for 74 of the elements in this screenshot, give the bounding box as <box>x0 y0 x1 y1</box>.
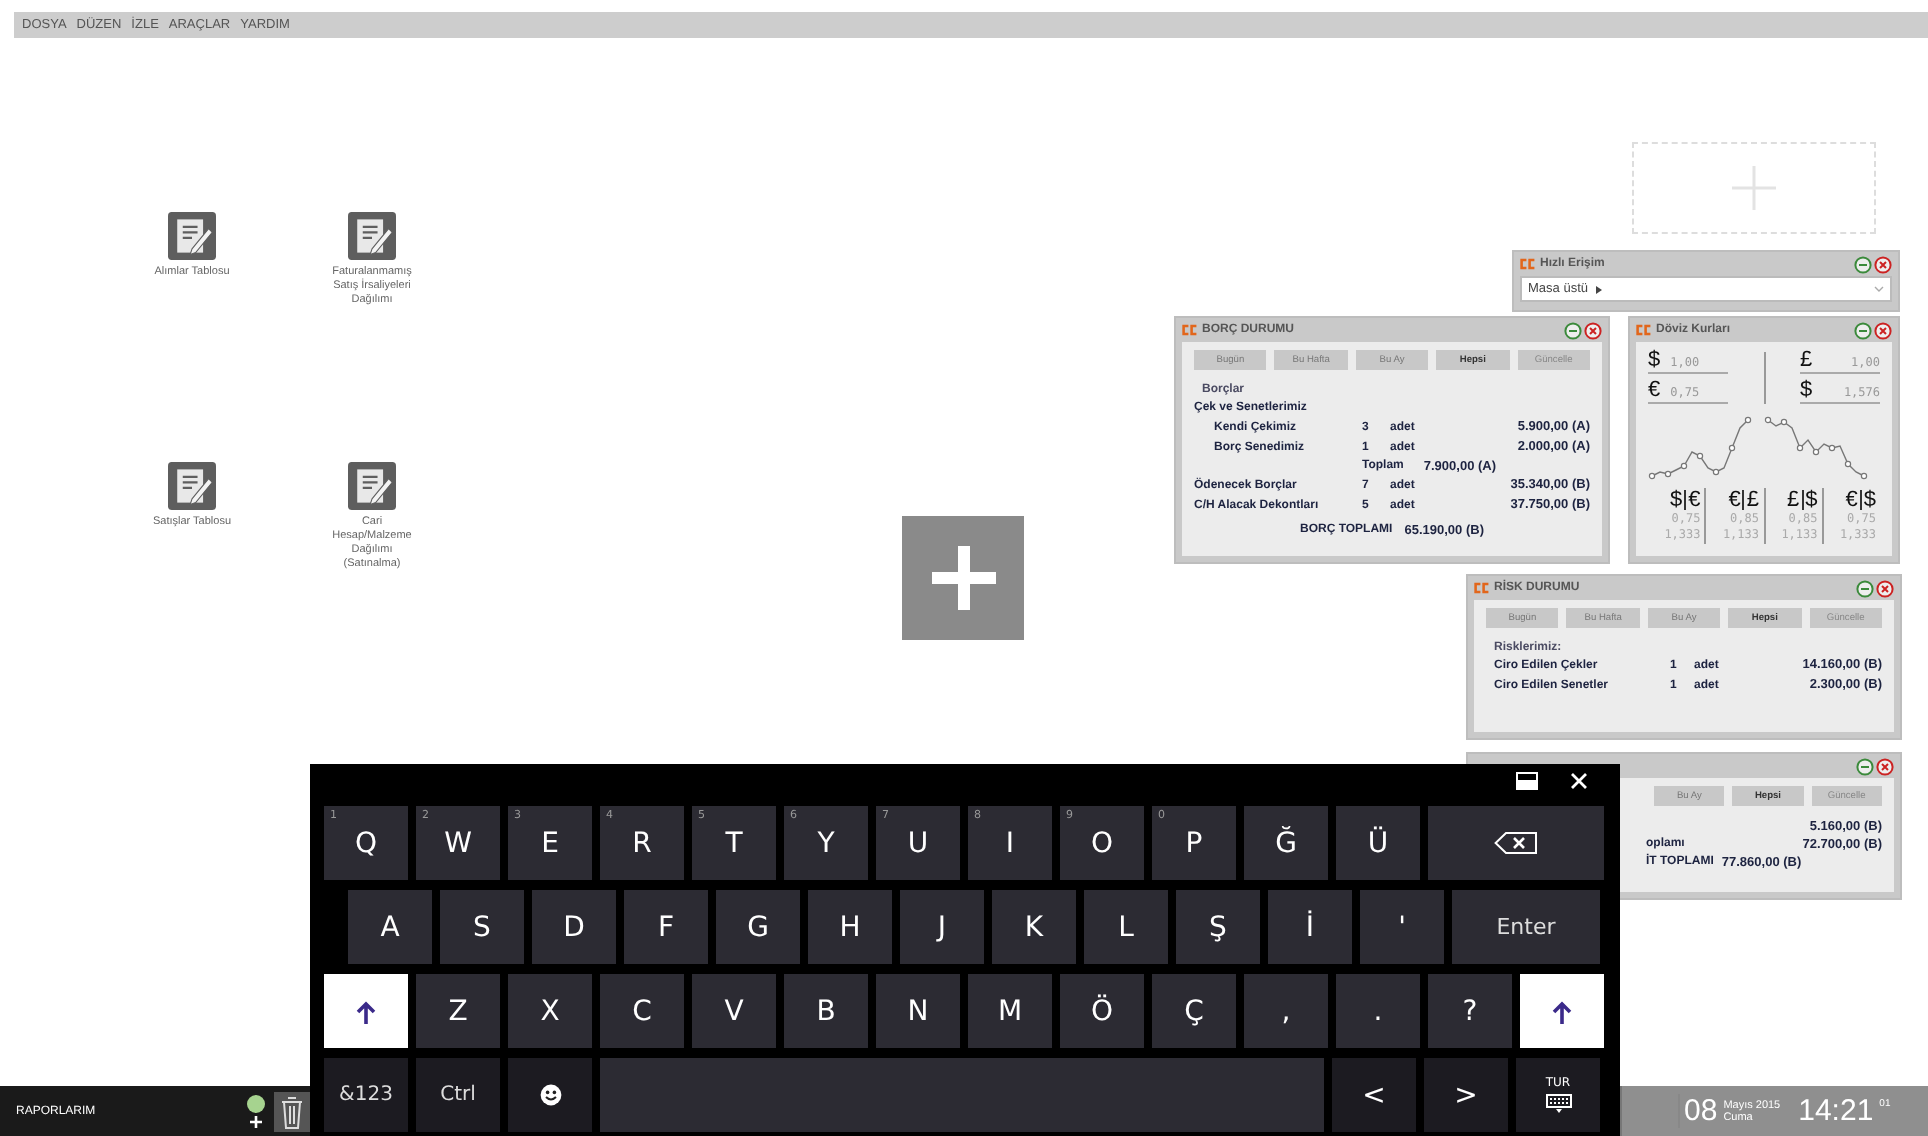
logo-icon <box>1182 324 1198 336</box>
key[interactable]: X <box>508 974 592 1048</box>
logo-icon <box>1520 258 1536 270</box>
key[interactable]: , <box>1244 974 1328 1048</box>
shift-key[interactable] <box>1520 974 1604 1048</box>
key[interactable]: C <box>600 974 684 1048</box>
key[interactable]: F <box>624 890 708 964</box>
currency-symbol: $ <box>1800 378 1813 402</box>
key[interactable]: Ğ <box>1244 806 1328 880</box>
arrow-up-icon <box>1552 999 1572 1023</box>
plus-icon <box>1732 166 1776 210</box>
key[interactable]: . <box>1336 974 1420 1048</box>
shift-key[interactable] <box>324 974 408 1048</box>
report-document-icon[interactable] <box>168 462 216 510</box>
report-document-icon[interactable] <box>168 212 216 260</box>
add-tile-button[interactable] <box>902 516 1024 640</box>
caret-icon <box>1596 285 1602 293</box>
currency-symbol: € <box>1688 488 1701 512</box>
key[interactable]: D <box>532 890 616 964</box>
enter-key[interactable]: Enter <box>1452 890 1600 964</box>
key[interactable]: ? <box>1428 974 1512 1048</box>
currency-symbol: $ <box>1805 488 1818 512</box>
currency-symbol: £ <box>1746 488 1759 512</box>
logo-icon <box>1474 582 1490 594</box>
report-document-icon[interactable] <box>348 212 396 260</box>
key[interactable]: Z <box>416 974 500 1048</box>
key[interactable]: N <box>876 974 960 1048</box>
key[interactable]: &123 <box>324 1058 408 1132</box>
currency-symbol: £ <box>1787 488 1800 512</box>
arrow-key[interactable]: > <box>1424 1058 1508 1132</box>
key[interactable]: H <box>808 890 892 964</box>
arrow-up-icon <box>356 999 376 1023</box>
key[interactable]: K <box>992 890 1076 964</box>
report-document-icon[interactable] <box>348 462 396 510</box>
currency-symbol: $ <box>1863 488 1876 512</box>
key[interactable]: V <box>692 974 776 1048</box>
key[interactable]: Ç <box>1152 974 1236 1048</box>
key[interactable]: Ö <box>1060 974 1144 1048</box>
currency-symbol: € <box>1728 488 1741 512</box>
arrow-key[interactable]: < <box>1332 1058 1416 1132</box>
minimize-icon[interactable] <box>1854 255 1872 273</box>
backspace-icon <box>1494 832 1538 854</box>
key[interactable]: İ <box>1268 890 1352 964</box>
key[interactable]: G <box>716 890 800 964</box>
minimize-icon[interactable] <box>1856 757 1874 775</box>
smiley-icon <box>539 1084 561 1106</box>
currency-symbol: € <box>1845 488 1858 512</box>
logo-icon <box>1636 324 1652 336</box>
key[interactable]: ' <box>1360 890 1444 964</box>
currency-symbol: € <box>1648 378 1661 402</box>
keyboard-icon <box>1545 1094 1571 1114</box>
minimize-icon[interactable] <box>1856 579 1874 597</box>
emoji-key[interactable] <box>508 1058 592 1132</box>
key[interactable]: Ü <box>1336 806 1420 880</box>
key[interactable]: S <box>440 890 524 964</box>
backspace-key[interactable] <box>1428 806 1604 880</box>
dock-icon[interactable] <box>1516 771 1538 789</box>
trash-icon[interactable] <box>274 1091 310 1131</box>
key[interactable]: M <box>968 974 1052 1048</box>
key[interactable]: L <box>1084 890 1168 964</box>
clock-time: 14:21 <box>1798 1094 1874 1128</box>
currency-symbol: $ <box>1670 488 1683 512</box>
key[interactable]: B <box>784 974 868 1048</box>
currency-symbol: $ <box>1648 348 1661 372</box>
minimize-icon[interactable] <box>1854 321 1872 339</box>
key[interactable]: Ctrl <box>416 1058 500 1132</box>
key[interactable]: Ş <box>1176 890 1260 964</box>
plus-icon <box>927 542 999 614</box>
key[interactable]: A <box>348 890 432 964</box>
clock-day: 08 <box>1678 1094 1718 1128</box>
minimize-icon[interactable] <box>1564 321 1582 339</box>
add-icon[interactable] <box>246 1093 266 1129</box>
currency-symbol: £ <box>1800 348 1813 372</box>
key[interactable]: J <box>900 890 984 964</box>
